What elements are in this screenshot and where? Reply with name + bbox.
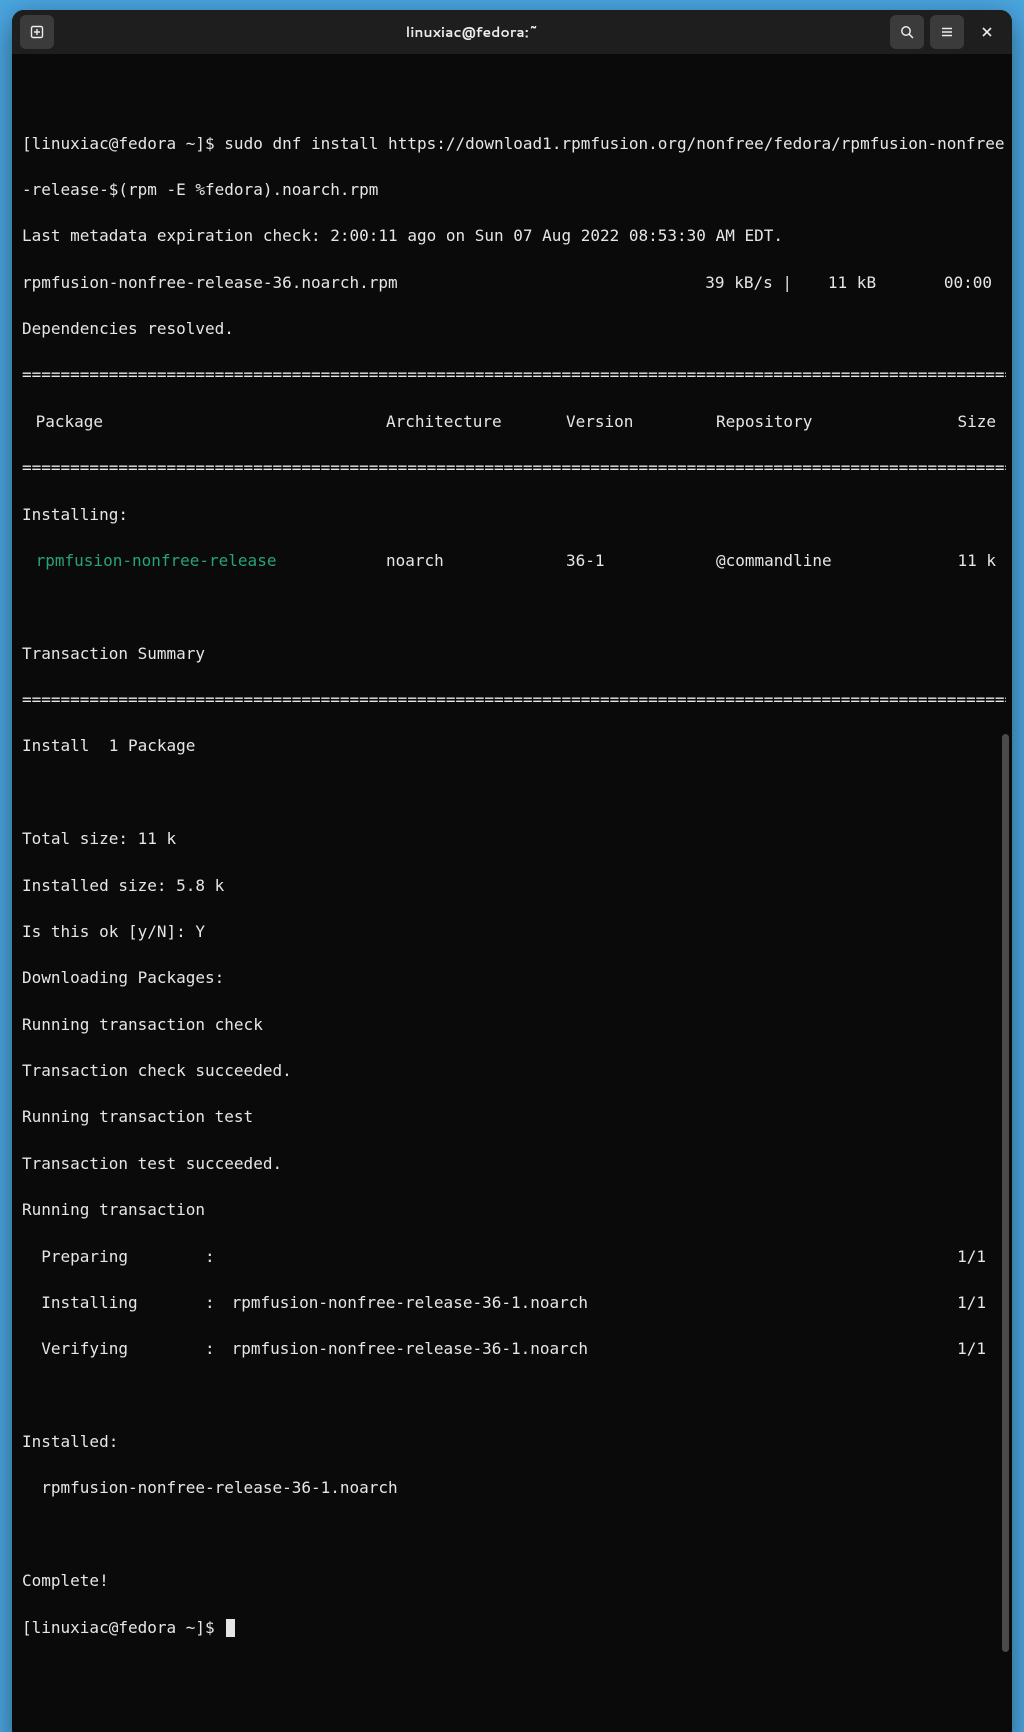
pkg-repo: @commandline [716, 549, 926, 572]
test-ok: Transaction test succeeded. [22, 1152, 1006, 1175]
hdr-repository: Repository [716, 410, 926, 433]
step-label: Verifying : [22, 1337, 222, 1360]
download-size: 11 kB [792, 271, 912, 294]
hdr-version: Version [566, 410, 716, 433]
installed-header: Installed: [22, 1430, 1006, 1453]
check-ok: Transaction check succeeded. [22, 1059, 1006, 1082]
search-button[interactable] [890, 15, 924, 49]
new-tab-icon [29, 24, 45, 40]
close-icon [979, 24, 995, 40]
run-transaction: Running transaction [22, 1198, 1006, 1221]
terminal-window: linuxiac@fedora:~ [12, 10, 1012, 1732]
command-line-2: -release-$(rpm -E %fedora).noarch.rpm [22, 178, 1006, 201]
installed-size: Installed size: 5.8 k [22, 874, 1006, 897]
transaction-summary: Transaction Summary [22, 642, 1006, 665]
download-file: rpmfusion-nonfree-release-36.noarch.rpm [22, 271, 672, 294]
hdr-package: Package [26, 410, 386, 433]
menu-button[interactable] [930, 15, 964, 49]
pkg-size: 11 k [926, 549, 996, 572]
step-preparing: Preparing : 1/1 [22, 1245, 1006, 1268]
installed-pkg: rpmfusion-nonfree-release-36-1.noarch [22, 1476, 1006, 1499]
table-header: Package Architecture Version Repository … [22, 410, 1006, 433]
run-check: Running transaction check [22, 1013, 1006, 1036]
download-time: 00:00 [912, 271, 992, 294]
window-title: linuxiac@fedora:~ [54, 22, 890, 42]
metadata-check: Last metadata expiration check: 2:00:11 … [22, 224, 1006, 247]
prompt: [linuxiac@fedora ~]$ [22, 1618, 224, 1637]
command-line-1: sudo dnf install https://download1.rpmfu… [224, 134, 1004, 153]
pkg-version: 36-1 [566, 549, 716, 572]
divider: ========================================… [22, 688, 1006, 711]
run-test: Running transaction test [22, 1105, 1006, 1128]
step-installing: Installing : rpmfusion-nonfree-release-3… [22, 1291, 1006, 1314]
step-body: rpmfusion-nonfree-release-36-1.noarch [222, 1337, 942, 1360]
divider: ========================================… [22, 456, 1006, 479]
hdr-architecture: Architecture [386, 410, 566, 433]
terminal-body[interactable]: [linuxiac@fedora ~]$ sudo dnf install ht… [12, 54, 1012, 1732]
search-icon [899, 24, 915, 40]
download-speed: 39 kB/s | [672, 271, 792, 294]
step-label: Preparing : [22, 1245, 222, 1268]
step-count: 1/1 [942, 1245, 992, 1268]
scrollbar[interactable] [1002, 66, 1009, 1732]
titlebar: linuxiac@fedora:~ [12, 10, 1012, 54]
cursor [226, 1619, 235, 1637]
table-row: rpmfusion-nonfree-release noarch 36-1 @c… [22, 549, 1006, 572]
step-count: 1/1 [942, 1291, 992, 1314]
step-verifying: Verifying : rpmfusion-nonfree-release-36… [22, 1337, 1006, 1360]
installing-header: Installing: [22, 503, 1006, 526]
hamburger-icon [939, 24, 955, 40]
new-tab-button[interactable] [20, 15, 54, 49]
hdr-size: Size [926, 410, 996, 433]
pkg-arch: noarch [386, 549, 566, 572]
step-label: Installing : [22, 1291, 222, 1314]
step-body [222, 1245, 942, 1268]
step-body: rpmfusion-nonfree-release-36-1.noarch [222, 1291, 942, 1314]
complete: Complete! [22, 1569, 1006, 1592]
close-button[interactable] [970, 15, 1004, 49]
scrollbar-thumb[interactable] [1002, 734, 1009, 1652]
install-count: Install 1 Package [22, 734, 1006, 757]
total-size: Total size: 11 k [22, 827, 1006, 850]
pkg-name: rpmfusion-nonfree-release [26, 549, 386, 572]
divider: ========================================… [22, 363, 1006, 386]
downloading: Downloading Packages: [22, 966, 1006, 989]
deps-resolved: Dependencies resolved. [22, 317, 1006, 340]
confirm-prompt: Is this ok [y/N]: Y [22, 920, 1006, 943]
prompt: [linuxiac@fedora ~]$ [22, 134, 224, 153]
step-count: 1/1 [942, 1337, 992, 1360]
